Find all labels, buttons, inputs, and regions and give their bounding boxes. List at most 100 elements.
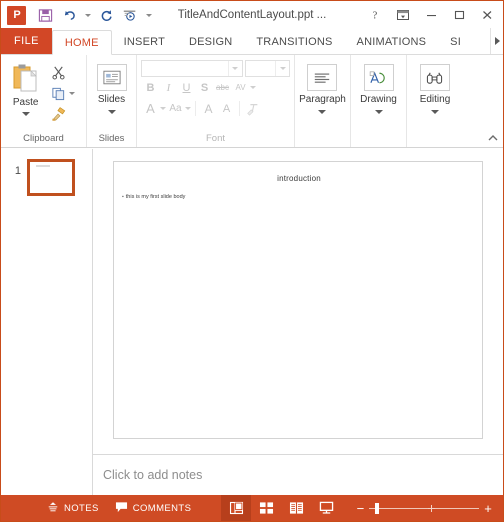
view-buttons [221,495,341,521]
customize-qat-icon[interactable] [143,4,154,26]
tab-design[interactable]: DESIGN [177,29,244,54]
zoom-midpoint-marker [427,504,435,512]
tab-insert[interactable]: INSERT [112,29,177,54]
font-group-label: Font [205,133,225,144]
format-painter-button[interactable] [47,105,83,124]
reading-view-button[interactable] [281,495,311,521]
tab-home[interactable]: HOME [51,30,112,55]
powerpoint-window: P TitleAndContentLayout.ppt ... ? FILE H… [0,0,504,522]
tab-transitions[interactable]: TRANSITIONS [244,29,344,54]
font-name-input[interactable] [141,60,243,77]
editing-dropdown-icon[interactable] [430,110,439,114]
copy-button[interactable] [47,84,83,103]
ribbon-group-clipboard: Paste Clipboard [1,55,87,147]
font-color-dropdown-icon[interactable] [160,107,166,110]
bold-button[interactable]: B [142,78,159,97]
font-color-button[interactable]: A [142,99,159,118]
character-spacing-button[interactable]: AV [232,78,249,97]
paragraph-dropdown-icon[interactable] [318,110,327,114]
slide-thumbnail-pane[interactable]: 1 [1,149,93,495]
slide-canvas-area[interactable]: introduction ▪ this is my first slide bo… [93,149,503,454]
slide-body-placeholder[interactable]: ▪ this is my first slide body [122,194,422,201]
help-button[interactable]: ? [361,3,389,27]
paragraph-button-label: Paragraph [299,94,346,105]
thumbnail-title-placeholder [36,165,50,167]
ribbon-group-slides: Slides Slides [87,55,137,147]
drawing-icon [363,64,394,91]
increase-font-size-button[interactable]: A [200,99,217,118]
strikethrough-button[interactable]: abc [214,78,231,97]
paste-button[interactable]: Paste [4,60,47,131]
text-shadow-button[interactable]: S [196,78,213,97]
editing-button[interactable]: Editing [420,60,450,131]
slide-show-button[interactable] [311,495,341,521]
powerpoint-logo-icon: P [7,5,26,25]
collapse-ribbon-icon[interactable] [487,132,499,144]
slides-dropdown-icon[interactable] [107,110,116,114]
decrease-font-size-button[interactable]: A [218,99,235,118]
slide-canvas[interactable]: introduction ▪ this is my first slide bo… [113,161,483,439]
undo-dropdown-icon[interactable] [82,4,93,26]
undo-icon[interactable] [58,4,80,26]
slide-title-placeholder[interactable]: introduction [154,174,444,183]
ribbon-group-editing: Editing [407,55,463,147]
font-name-dropdown-icon[interactable] [227,61,242,76]
clipboard-group-label: Clipboard [23,133,64,144]
maximize-button[interactable] [445,3,473,27]
title-bar: P TitleAndContentLayout.ppt ... ? [1,1,503,29]
paste-dropdown-icon[interactable] [21,112,30,116]
font-size-dropdown-icon[interactable] [275,61,289,76]
slide-thumbnail-1[interactable] [27,159,75,196]
notes-placeholder: Click to add notes [103,468,203,482]
notes-pane[interactable]: Click to add notes [93,454,503,495]
zoom-out-button[interactable]: − [353,502,367,515]
slides-icon [96,64,127,91]
thumbnail-item[interactable]: 1 [1,159,92,196]
redo-icon[interactable] [95,4,117,26]
tab-slideshow[interactable]: SI [438,29,473,54]
close-button[interactable] [473,3,501,27]
drawing-button-label: Drawing [360,94,397,105]
notes-toggle-button[interactable]: NOTES [39,495,107,521]
ribbon-display-options-button[interactable] [389,3,417,27]
tab-animations[interactable]: ANIMATIONS [345,29,439,54]
minimize-button[interactable] [417,3,445,27]
tab-overflow-next-icon[interactable] [490,28,503,54]
format-painter-icon [47,107,69,122]
copy-dropdown-icon[interactable] [69,92,76,95]
paragraph-button[interactable]: Paragraph [299,60,346,131]
clear-formatting-icon[interactable] [244,99,261,118]
ribbon: Paste Clipboard Slides Slides B I U S ab… [1,55,503,148]
paragraph-icon [307,64,338,91]
font-separator-2 [239,101,240,116]
quick-access-toolbar [34,4,154,26]
comment-icon [115,501,128,516]
drawing-dropdown-icon[interactable] [374,110,383,114]
start-slideshow-icon[interactable] [119,4,141,26]
font-size-input[interactable] [244,60,290,77]
comments-toggle-button[interactable]: COMMENTS [107,495,200,521]
zoom-slider[interactable] [369,502,479,514]
comments-button-label: COMMENTS [132,502,192,514]
font-separator [195,101,196,116]
save-icon[interactable] [34,4,56,26]
notes-icon [47,501,59,516]
italic-button[interactable]: I [160,78,177,97]
change-case-dropdown-icon[interactable] [185,107,191,110]
thumbnail-number: 1 [14,165,21,177]
zoom-control[interactable]: − + [353,502,503,515]
paste-label: Paste [12,97,39,108]
slides-button[interactable]: Slides [96,60,127,131]
change-case-button[interactable]: Aa [167,99,184,118]
tab-file[interactable]: FILE [1,28,52,54]
zoom-slider-handle[interactable] [375,502,380,514]
notes-button-label: NOTES [64,502,99,514]
normal-view-button[interactable] [221,495,252,521]
svg-text:?: ? [373,11,378,22]
cut-button[interactable] [47,63,83,82]
zoom-in-button[interactable]: + [481,502,495,515]
underline-button[interactable]: U [178,78,195,97]
character-spacing-dropdown-icon[interactable] [250,86,256,89]
drawing-button[interactable]: Drawing [360,60,397,131]
slide-sorter-view-button[interactable] [251,495,281,521]
